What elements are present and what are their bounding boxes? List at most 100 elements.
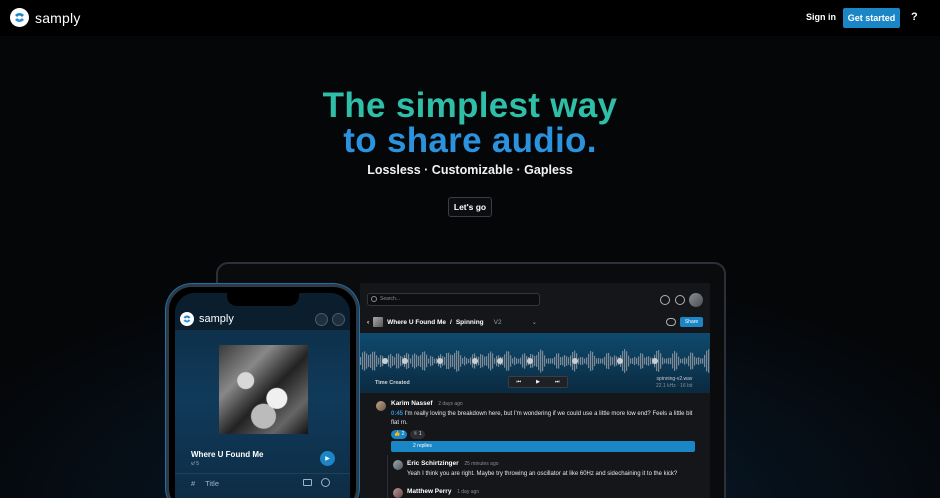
waveform-bar	[478, 356, 480, 366]
waveform-bar	[610, 356, 612, 366]
waveform-bar	[486, 356, 488, 366]
waveform-bar	[534, 355, 536, 367]
waveform-bar	[706, 350, 708, 372]
waveform-bar	[456, 350, 458, 372]
waveform-bar	[642, 353, 644, 369]
waveform-bar	[626, 351, 628, 371]
waveform-bar	[614, 355, 616, 367]
column-title: Title	[205, 479, 220, 488]
waveform-bar	[418, 356, 420, 366]
waveform-bar	[460, 355, 462, 367]
waveform-bar	[598, 357, 600, 365]
mobile-brand-logo[interactable]: samply	[180, 312, 234, 326]
help-circle-icon[interactable]	[315, 313, 328, 326]
waveform-bar	[462, 358, 464, 364]
waveform-bar	[564, 354, 566, 368]
waveform-bar	[624, 349, 626, 373]
help-button[interactable]: ?	[911, 11, 918, 23]
mobile-play-button[interactable]: ▶	[320, 451, 335, 466]
brand-logo[interactable]: samply	[10, 8, 81, 27]
waveform-bar	[398, 353, 400, 369]
waveform-bar	[606, 353, 608, 369]
waveform-bar	[518, 358, 520, 364]
waveform-bar	[458, 351, 460, 371]
waveform-bar	[388, 355, 390, 367]
waveform-bar	[508, 351, 510, 371]
breadcrumb-track: Spinning	[455, 318, 484, 326]
waveform-bar	[430, 355, 432, 367]
comment-author: Karim Nassef	[391, 400, 433, 407]
back-chevron-icon[interactable]: ‹	[367, 319, 369, 326]
waveform-bar	[646, 356, 648, 366]
reaction-thumbs-up[interactable]: 👍 2	[391, 430, 408, 439]
waveform-bar	[662, 357, 664, 365]
comment-timestamp[interactable]: 0:45	[391, 411, 403, 417]
waveform-bar	[538, 351, 540, 371]
waveform-bar	[582, 357, 584, 365]
waveform-bar	[444, 356, 446, 366]
comment-author: Eric Schirtzinger	[407, 460, 459, 467]
waveform-bar	[550, 358, 552, 364]
reaction-peace[interactable]: ✌ 1	[410, 430, 425, 439]
waveform-bar	[542, 350, 544, 372]
next-icon[interactable]: ⏭	[555, 379, 560, 385]
waveform-bar	[638, 356, 640, 366]
waveform-bar	[672, 353, 674, 369]
mobile-track-title: Where U Found Me	[191, 450, 264, 459]
file-meta: 22.1 kHz · 16 bit	[656, 383, 693, 389]
search-icon	[371, 296, 377, 302]
get-started-button[interactable]: Get started	[843, 8, 900, 28]
waveform-bar	[372, 351, 374, 371]
waveform-bar	[468, 358, 470, 364]
chevron-down-icon[interactable]: ⌄	[532, 318, 537, 326]
waveform-bar	[446, 353, 448, 369]
share-button[interactable]: Share	[680, 317, 703, 327]
comment: Eric Schirtzinger 25 minutes ago Yeah I …	[407, 460, 707, 479]
waveform-bar	[558, 353, 560, 369]
waveform-bar	[464, 356, 466, 366]
waveform-bar	[426, 354, 428, 368]
waveform-bar	[580, 357, 582, 365]
track-list-header: # Title	[191, 479, 219, 488]
waveform-bar	[648, 356, 650, 366]
waveform-bar	[432, 356, 434, 366]
waveform-bar	[560, 356, 562, 366]
waveform-bar	[562, 356, 564, 366]
waveform-bar	[688, 355, 690, 367]
help-circle-icon[interactable]	[660, 295, 670, 305]
replies-toggle[interactable]: 2 replies	[391, 441, 695, 452]
waveform-bar	[412, 354, 414, 368]
bell-icon[interactable]	[675, 295, 685, 305]
waveform-bar	[434, 358, 436, 364]
waveform-bar	[568, 357, 570, 365]
waveform-bar	[650, 357, 652, 365]
hero-tagline: Lossless · Customizable · Gapless	[367, 163, 573, 177]
play-icon[interactable]: ▶	[536, 379, 540, 385]
waveform-bar	[708, 349, 710, 373]
waveform-bar	[596, 358, 598, 364]
download-icon[interactable]	[332, 313, 345, 326]
comment: Karim Nassef 2 days ago 0:45 I'm really …	[391, 400, 701, 428]
search-input[interactable]: Search...	[367, 293, 540, 306]
sign-in-link[interactable]: Sign in	[806, 12, 836, 22]
waveform-bar	[678, 356, 680, 366]
waveform-bar	[428, 358, 430, 364]
lets-go-button[interactable]: Let's go	[448, 197, 492, 217]
comment-icon	[303, 479, 312, 486]
waveform-bar	[644, 357, 646, 365]
waveform-bar	[400, 355, 402, 367]
comment-text: I'm really loving the breakdown here, bu…	[404, 411, 693, 417]
version-select[interactable]: V2	[494, 319, 502, 326]
waveform-bar	[410, 358, 412, 364]
user-avatar[interactable]	[689, 293, 703, 307]
sort-time-created[interactable]: Time Created	[375, 380, 410, 386]
waveform-bar	[588, 353, 590, 369]
cloud-download-icon[interactable]	[666, 318, 676, 326]
waveform-bar	[594, 355, 596, 367]
waveform-bar	[682, 358, 684, 364]
comment-author: Matthew Perry	[407, 488, 452, 495]
breadcrumb-project[interactable]: Where U Found Me	[387, 319, 446, 326]
waveform-bar	[674, 351, 676, 371]
previous-icon[interactable]: ⏮	[517, 379, 522, 385]
thread-line	[387, 455, 388, 498]
